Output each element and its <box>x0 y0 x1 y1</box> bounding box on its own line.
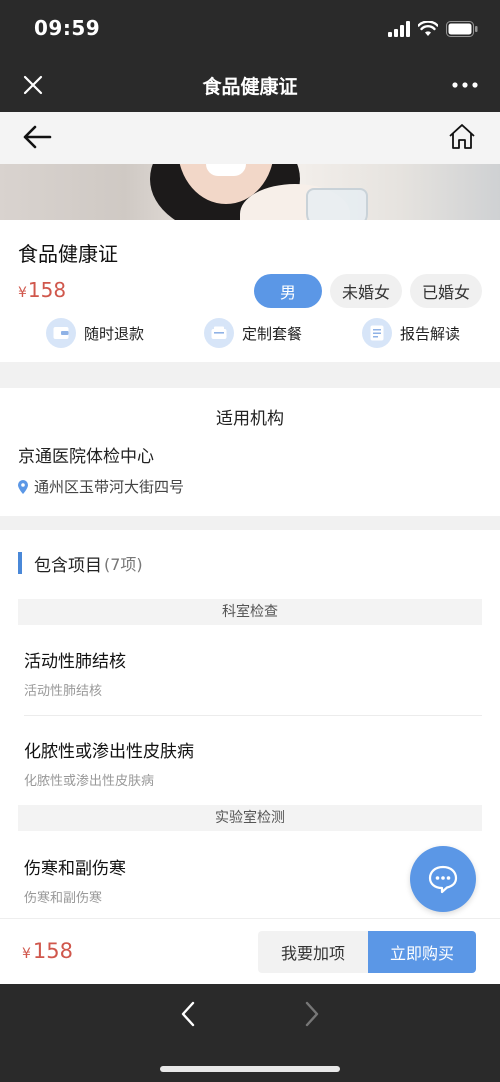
category-header: 科室检查 <box>18 599 482 625</box>
status-time: 09:59 <box>34 16 101 40</box>
option-unmarried-female[interactable]: 未婚女 <box>329 274 402 308</box>
address-text: 通州区玉带河大街四号 <box>34 478 185 496</box>
product-title: 食品健康证 <box>18 242 118 266</box>
option-selector: 男 未婚女 已婚女 <box>253 274 482 308</box>
browser-bottom-nav <box>0 984 500 1082</box>
institution-address[interactable]: 通州区玉带河大街四号 <box>18 476 184 497</box>
chat-button[interactable] <box>410 846 476 912</box>
divider <box>24 715 482 716</box>
item-subtitle: 活动性肺结核 <box>24 684 103 699</box>
feature-package: 定制套餐 <box>204 318 302 348</box>
accent-bar <box>18 552 22 574</box>
item-name: 活动性肺结核 <box>24 652 126 672</box>
product-info: 食品健康证 ¥158 男 未婚女 已婚女 随时退款 定制套餐 报告解读 <box>0 220 500 362</box>
chevron-left-icon[interactable] <box>176 1000 200 1028</box>
more-dots-icon[interactable] <box>450 74 480 96</box>
chevron-right-icon[interactable] <box>300 1000 324 1028</box>
chat-bubble-icon <box>428 865 458 894</box>
wifi-icon <box>418 21 438 36</box>
battery-icon <box>446 21 478 37</box>
product-price: ¥158 <box>18 278 66 302</box>
buy-now-button[interactable]: 立即购买 <box>368 931 476 973</box>
status-bar: 09:59 <box>0 0 500 60</box>
category-header: 实验室检测 <box>18 805 482 831</box>
feature-label: 报告解读 <box>400 324 461 343</box>
institution-heading: 适用机构 <box>216 409 284 429</box>
feature-report: 报告解读 <box>362 318 460 348</box>
feature-label: 定制套餐 <box>242 324 303 343</box>
list-item[interactable]: 化脓性或渗出性皮肤病 化脓性或渗出性皮肤病 <box>24 737 482 789</box>
package-icon <box>204 318 234 348</box>
option-married-female[interactable]: 已婚女 <box>409 274 482 308</box>
items-header: 包含项目 (7项) <box>18 552 143 576</box>
price-value: 158 <box>32 939 74 963</box>
price-value: 158 <box>27 278 67 302</box>
item-subtitle: 化脓性或渗出性皮肤病 <box>24 774 155 789</box>
refund-icon <box>46 318 76 348</box>
banner-glass <box>306 188 368 220</box>
location-pin-icon <box>18 479 28 494</box>
purchase-bar: ¥158 我要加项 立即购买 <box>0 918 500 984</box>
list-item[interactable]: 活动性肺结核 活动性肺结核 <box>24 647 482 699</box>
institution-section: 适用机构 京通医院体检中心 通州区玉带河大街四号 <box>0 388 500 516</box>
section-divider <box>0 516 500 530</box>
feature-refund: 随时退款 <box>46 318 144 348</box>
wechat-nav-bar: 食品健康证 <box>0 60 500 112</box>
report-icon <box>362 318 392 348</box>
items-title: 包含项目 <box>34 555 102 576</box>
price-currency: ¥ <box>18 285 27 301</box>
feature-label: 随时退款 <box>84 324 145 343</box>
page-toolbar <box>0 112 500 164</box>
purchase-price: ¥158 <box>22 939 73 963</box>
home-icon[interactable] <box>448 122 476 150</box>
items-count: (7项) <box>104 555 143 574</box>
item-name: 化脓性或渗出性皮肤病 <box>24 742 194 762</box>
arrow-left-icon[interactable] <box>22 124 52 150</box>
institution-name[interactable]: 京通医院体检中心 <box>18 442 154 467</box>
window-title: 食品健康证 <box>202 76 298 98</box>
signal-icon <box>388 21 410 37</box>
banner-smile <box>206 164 246 176</box>
feature-row: 随时退款 定制套餐 报告解读 <box>0 318 500 354</box>
option-male[interactable]: 男 <box>253 274 322 308</box>
status-icons <box>388 20 478 38</box>
add-items-button[interactable]: 我要加项 <box>258 931 368 973</box>
banner-image <box>0 164 500 220</box>
home-indicator[interactable] <box>160 1066 340 1072</box>
section-divider <box>0 362 500 388</box>
price-currency: ¥ <box>22 946 31 962</box>
